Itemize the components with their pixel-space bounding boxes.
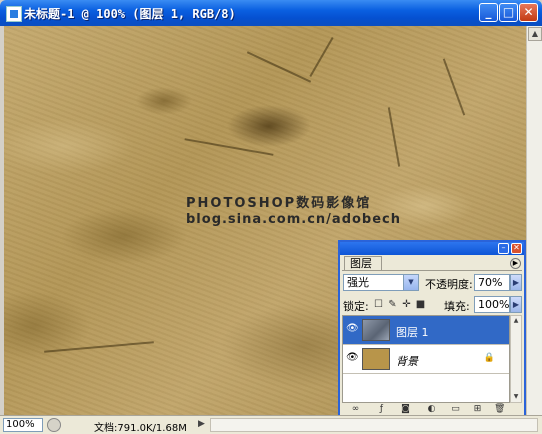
minimize-button[interactable]: _	[479, 3, 498, 22]
crack-texture	[184, 138, 274, 156]
eye-icon[interactable]: 👁	[346, 324, 359, 334]
panel-titlebar[interactable]: – ✕	[340, 242, 524, 255]
opacity-arrow-icon[interactable]: ▶	[510, 274, 522, 291]
watermark: PHOTOSHOP数码影像馆 blog.sina.com.cn/adobech	[186, 192, 401, 227]
fill-value: 100%	[478, 298, 510, 311]
new-layer-icon[interactable]: ⊞	[472, 404, 483, 415]
layers-list[interactable]: 👁 图层 1 👁 背景 🔒	[342, 315, 510, 403]
layer-thumbnail	[362, 319, 390, 341]
window-title: 未标题-1 @ 100% (图层 1, RGB/8)	[24, 7, 236, 21]
opacity-field[interactable]: 70%	[474, 274, 510, 291]
eye-icon[interactable]: 👁	[346, 353, 359, 363]
tab-layers[interactable]: 图层	[344, 256, 382, 271]
zoom-field[interactable]: 100%	[3, 418, 43, 432]
panel-menu-icon[interactable]: ▶	[510, 258, 521, 269]
scroll-up-arrow-icon[interactable]: ▲	[511, 316, 521, 326]
layer-name[interactable]: 图层 1	[396, 324, 429, 340]
chevron-down-icon[interactable]: ▼	[403, 275, 418, 290]
blend-mode-value: 强光	[347, 276, 369, 289]
layer-row-1[interactable]: 👁 图层 1	[343, 316, 509, 345]
layer-thumbnail	[362, 348, 390, 370]
layer-name[interactable]: 背景	[396, 353, 418, 369]
tab-divider	[342, 270, 522, 271]
opacity-label: 不透明度:	[425, 278, 473, 291]
fill-field[interactable]: 100%	[474, 296, 510, 313]
lock-label: 锁定:	[343, 300, 369, 313]
opacity-value: 70%	[478, 276, 503, 289]
layers-scrollbar[interactable]: ▲ ▼	[510, 315, 522, 403]
window-titlebar[interactable]: 未标题-1 @ 100% (图层 1, RGB/8) _ □ ✕	[0, 0, 542, 26]
crack-texture	[309, 37, 334, 77]
crack-texture	[442, 58, 466, 116]
blend-mode-select[interactable]: 强光 ▼	[343, 274, 419, 291]
layer-row-background[interactable]: 👁 背景 🔒	[343, 345, 509, 374]
lock-transparent-icon[interactable]: ☐	[373, 299, 384, 310]
layer-style-icon[interactable]: ƒ	[376, 404, 387, 415]
status-bar: 100% 文档:791.0K/1.68M ▶	[0, 415, 542, 434]
lock-all-icon[interactable]: ■	[415, 299, 426, 310]
lock-move-icon[interactable]: ✛	[401, 299, 412, 310]
adjustment-layer-icon[interactable]: ◐	[426, 404, 437, 415]
horizontal-scrollbar[interactable]	[210, 418, 538, 432]
fill-label: 填充:	[444, 300, 470, 313]
panel-close-button[interactable]: ✕	[511, 243, 522, 254]
lock-icon: 🔒	[483, 353, 495, 363]
maximize-button[interactable]: □	[499, 3, 518, 22]
new-group-icon[interactable]: ▭	[450, 404, 461, 415]
trash-icon[interactable]: 🗑	[494, 404, 505, 415]
fill-arrow-icon[interactable]: ▶	[510, 296, 522, 313]
document-info: 文档:791.0K/1.68M	[94, 423, 187, 434]
scroll-up-arrow-icon[interactable]: ▲	[528, 27, 542, 41]
crack-texture	[387, 107, 401, 167]
document-icon	[6, 6, 22, 22]
vertical-scrollbar[interactable]: ▲	[526, 26, 542, 415]
link-icon[interactable]: ∞	[350, 404, 361, 415]
crack-texture	[44, 341, 154, 353]
panel-minimize-button[interactable]: –	[498, 243, 509, 254]
lock-brush-icon[interactable]: ✎	[387, 299, 398, 310]
mask-icon[interactable]: ◙	[400, 404, 411, 415]
close-button[interactable]: ✕	[519, 3, 538, 22]
status-menu-arrow-icon[interactable]: ▶	[198, 419, 205, 429]
layers-panel[interactable]: – ✕ 图层 ▶ 强光 ▼ 不透明度: 70% ▶ 锁定: ☐ ✎ ✛ ■ 填充…	[338, 240, 526, 418]
watermark-line1: PHOTOSHOP数码影像馆	[186, 196, 372, 211]
status-options-icon[interactable]	[47, 418, 61, 432]
watermark-line2: blog.sina.com.cn/adobech	[186, 212, 402, 227]
crack-texture	[246, 51, 312, 83]
scroll-down-arrow-icon[interactable]: ▼	[511, 392, 521, 402]
